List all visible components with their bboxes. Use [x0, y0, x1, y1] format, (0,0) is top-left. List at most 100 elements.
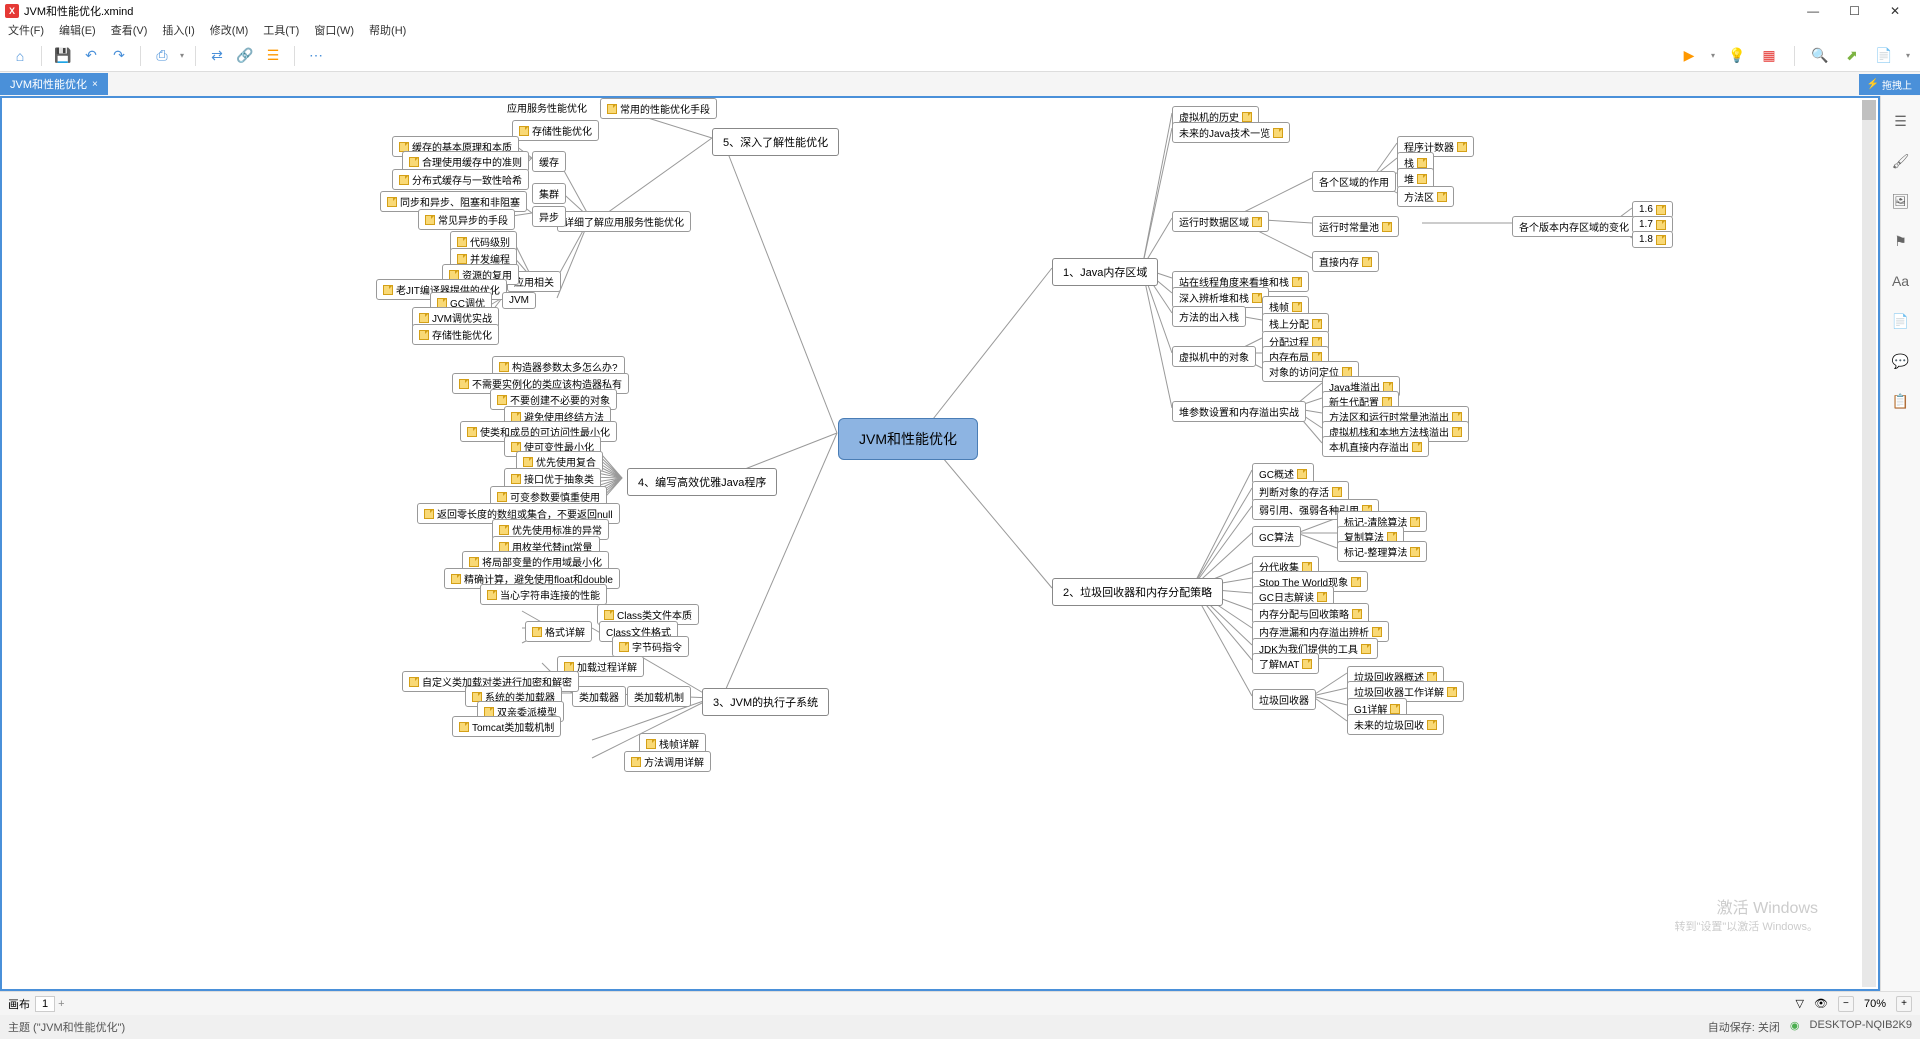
- outline-icon[interactable]: ☰: [1891, 111, 1911, 131]
- b3-n3[interactable]: 字节码指令: [612, 636, 689, 657]
- note-icon: [1382, 397, 1392, 407]
- link-icon[interactable]: 🔗: [235, 46, 255, 66]
- menu-view[interactable]: 查看(V): [111, 22, 148, 40]
- b3-n4[interactable]: 格式详解: [525, 621, 592, 642]
- maximize-button[interactable]: ☐: [1849, 4, 1860, 18]
- b5-n6[interactable]: 集群: [532, 183, 566, 204]
- b5-n2[interactable]: 应用服务性能优化: [501, 98, 593, 117]
- b1-n5d[interactable]: 1.8: [1632, 231, 1673, 248]
- menu-modify[interactable]: 修改(M): [210, 22, 249, 40]
- home-icon[interactable]: ⌂: [10, 46, 30, 66]
- comments-icon[interactable]: 💬: [1891, 351, 1911, 371]
- b5-n9c[interactable]: 存储性能优化: [412, 324, 499, 345]
- menu-file[interactable]: 文件(F): [8, 22, 44, 40]
- note-icon: [1656, 205, 1666, 215]
- b5-n4[interactable]: 详细了解应用服务性能优化: [557, 211, 691, 232]
- more-icon[interactable]: ⋯: [306, 46, 326, 66]
- note-icon: [1452, 427, 1462, 437]
- scroll-thumb[interactable]: [1862, 100, 1876, 120]
- close-button[interactable]: ✕: [1890, 4, 1900, 18]
- menu-tools[interactable]: 工具(T): [263, 22, 299, 40]
- b4-n15[interactable]: 当心字符串连接的性能: [480, 584, 607, 605]
- b3-n7[interactable]: 方法调用详解: [624, 751, 711, 772]
- b1-n4d[interactable]: 方法区: [1397, 186, 1454, 207]
- note-icon: [1252, 293, 1262, 303]
- minimize-button[interactable]: —: [1807, 4, 1819, 18]
- b1-n2[interactable]: 未来的Java技术一览: [1172, 122, 1290, 143]
- sheet-tab[interactable]: 1: [35, 996, 55, 1012]
- save-icon[interactable]: 💾: [53, 46, 73, 66]
- note-icon: [1372, 627, 1382, 637]
- eye-icon[interactable]: 👁: [1814, 997, 1828, 1010]
- idea-icon[interactable]: 💡: [1727, 46, 1747, 66]
- note-icon: [1312, 352, 1322, 362]
- b1-n11[interactable]: 堆参数设置和内存溢出实战: [1172, 401, 1306, 422]
- device-name: DESKTOP-NQIB2K9: [1810, 1019, 1913, 1035]
- b1-n5[interactable]: 运行时常量池: [1312, 216, 1399, 237]
- marker-icon[interactable]: ⚑: [1891, 231, 1911, 251]
- mindmap-canvas[interactable]: JVM和性能优化 1、Java内存区域 虚拟机的历史 未来的Java技术一览 运…: [0, 96, 1880, 991]
- b1-n6[interactable]: 直接内存: [1312, 251, 1379, 272]
- note-icon: [497, 492, 507, 502]
- note-icon: [1332, 487, 1342, 497]
- new-icon[interactable]: 📄: [1874, 46, 1894, 66]
- b1-n4[interactable]: 各个区域的作用: [1312, 171, 1396, 192]
- b1-n11e[interactable]: 本机直接内存溢出: [1322, 436, 1429, 457]
- upload-badge[interactable]: ⚡ 拖拽上: [1859, 74, 1920, 95]
- branch2-title[interactable]: 2、垃圾回收器和内存分配策略: [1052, 578, 1223, 606]
- image-icon[interactable]: 🖼: [1891, 191, 1911, 211]
- tab-close-icon[interactable]: ×: [92, 79, 98, 90]
- theme-icon[interactable]: ▦: [1759, 46, 1779, 66]
- outline-icon[interactable]: ☰: [263, 46, 283, 66]
- menu-window[interactable]: 窗口(W): [314, 22, 354, 40]
- filter-icon[interactable]: ▽: [1796, 997, 1804, 1010]
- swap-icon[interactable]: ⇄: [207, 46, 227, 66]
- undo-icon[interactable]: ↶: [81, 46, 101, 66]
- menu-help[interactable]: 帮助(H): [369, 22, 406, 40]
- branch4-title[interactable]: 4、编写高效优雅Java程序: [627, 468, 777, 496]
- b2-n11[interactable]: 了解MAT: [1252, 653, 1319, 674]
- redo-icon[interactable]: ↷: [109, 46, 129, 66]
- b3-n5b[interactable]: 类加载器: [572, 686, 626, 707]
- b1-n3[interactable]: 运行时数据区域: [1172, 211, 1269, 232]
- b1-n9[interactable]: 方法的出入栈: [1172, 306, 1246, 327]
- b3-n5[interactable]: 类加载机制: [627, 686, 691, 707]
- branch5-title[interactable]: 5、深入了解性能优化: [712, 128, 839, 156]
- branch1-title[interactable]: 1、Java内存区域: [1052, 258, 1158, 286]
- b1-n8[interactable]: 深入辨析堆和栈: [1172, 287, 1269, 308]
- notes-icon[interactable]: 📄: [1891, 311, 1911, 331]
- b5-n7b[interactable]: 常见异步的手段: [418, 209, 515, 230]
- b2-n12[interactable]: 垃圾回收器: [1252, 689, 1316, 710]
- b5-n1[interactable]: 常用的性能优化手段: [600, 98, 717, 119]
- note-icon: [1252, 217, 1262, 227]
- b1-n5a[interactable]: 各个版本内存区域的变化: [1512, 216, 1636, 237]
- play-icon[interactable]: ▶: [1679, 46, 1699, 66]
- b5-n3[interactable]: 存储性能优化: [512, 120, 599, 141]
- text-icon[interactable]: Aa: [1891, 271, 1911, 291]
- menu-edit[interactable]: 编辑(E): [59, 22, 96, 40]
- format-icon[interactable]: 🖌: [1891, 151, 1911, 171]
- zoom-in-button[interactable]: +: [1896, 996, 1912, 1012]
- zoom-out-button[interactable]: −: [1838, 996, 1854, 1012]
- b3-n5bd[interactable]: Tomcat类加载机制: [452, 716, 561, 737]
- b5-n5c[interactable]: 分布式缓存与一致性哈希: [392, 169, 529, 190]
- central-topic[interactable]: JVM和性能优化: [838, 418, 978, 460]
- export-icon[interactable]: ⎙: [152, 46, 172, 66]
- note-icon: [499, 525, 509, 535]
- tab-active[interactable]: JVM和性能优化 ×: [0, 73, 108, 95]
- menu-insert[interactable]: 插入(I): [162, 22, 194, 40]
- b2-n4[interactable]: GC算法: [1252, 526, 1301, 547]
- note-icon: [1302, 562, 1312, 572]
- b2-n4c[interactable]: 标记-整理算法: [1337, 541, 1427, 562]
- add-sheet-button[interactable]: +: [58, 998, 64, 1010]
- search-icon[interactable]: 🔍: [1810, 46, 1830, 66]
- b5-n9[interactable]: JVM: [502, 292, 536, 309]
- task-icon[interactable]: 📋: [1891, 391, 1911, 411]
- b5-n7[interactable]: 异步: [532, 206, 566, 227]
- b2-n12d[interactable]: 未来的垃圾回收: [1347, 714, 1444, 735]
- vertical-scrollbar[interactable]: [1862, 100, 1876, 987]
- b1-n10[interactable]: 虚拟机中的对象: [1172, 346, 1256, 367]
- branch3-title[interactable]: 3、JVM的执行子系统: [702, 688, 829, 716]
- share-icon[interactable]: ⬈: [1842, 46, 1862, 66]
- b5-n5[interactable]: 缓存: [532, 151, 566, 172]
